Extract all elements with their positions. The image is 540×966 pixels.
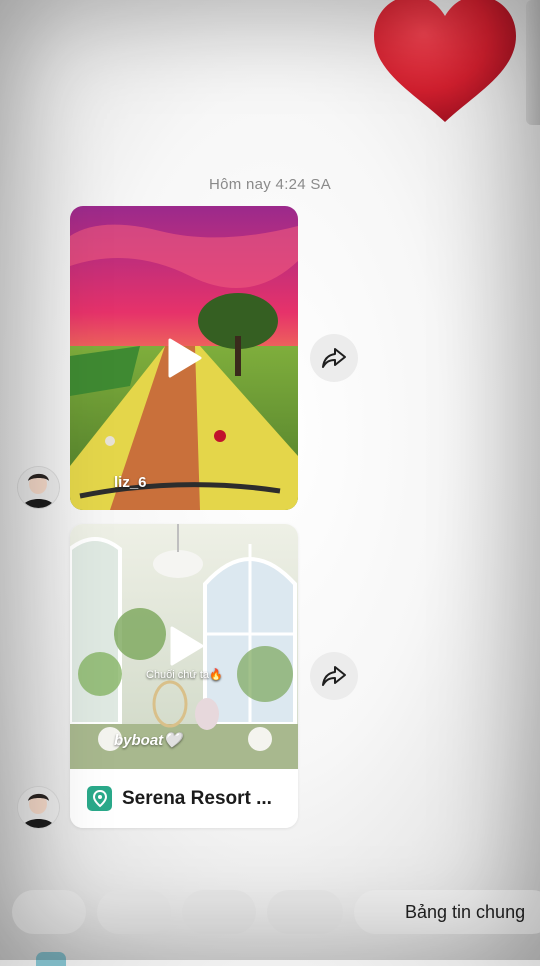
input-avatar	[36, 952, 66, 966]
location-name: Serena Resort ...	[122, 787, 272, 809]
chip[interactable]	[182, 890, 256, 934]
suggestion-chips: Bảng tin chung	[0, 890, 540, 936]
chip[interactable]	[12, 890, 86, 934]
share-icon	[322, 348, 346, 368]
video-watermark: byboat🤍	[114, 732, 182, 749]
play-icon[interactable]	[166, 626, 206, 666]
video-caption: Chuối chứ ta🔥	[146, 669, 223, 681]
video-username: liz_6	[114, 474, 147, 491]
chip-shared-feed[interactable]: Bảng tin chung	[354, 890, 540, 934]
video-message[interactable]: Chuối chứ ta🔥 byboat🤍 Serena Resort ...	[70, 524, 298, 828]
chip[interactable]	[97, 890, 171, 934]
play-icon[interactable]	[164, 338, 204, 378]
share-button[interactable]	[310, 334, 358, 382]
heart-icon	[374, 0, 516, 122]
share-button[interactable]	[310, 652, 358, 700]
share-icon	[322, 666, 346, 686]
location-pin-icon	[87, 786, 112, 811]
avatar[interactable]	[18, 787, 59, 828]
scroll-handle[interactable]	[526, 0, 540, 125]
chip[interactable]	[267, 890, 343, 934]
message-timestamp: Hôm nay 4:24 SA	[208, 176, 332, 193]
video-message[interactable]: liz_6	[70, 206, 298, 510]
location-link[interactable]: Serena Resort ...	[70, 769, 298, 828]
avatar[interactable]	[18, 467, 59, 508]
